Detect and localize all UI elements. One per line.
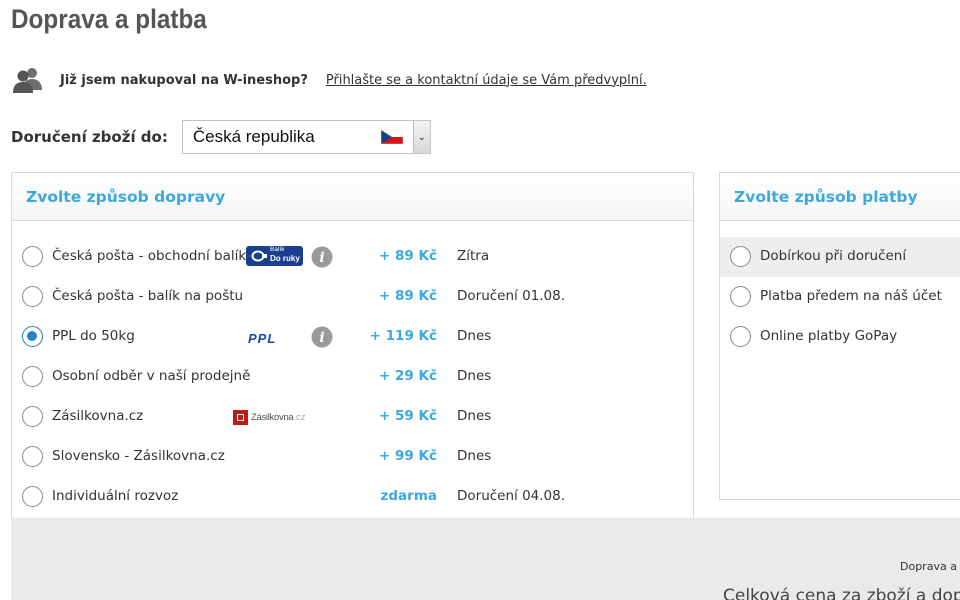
- shipping-option-label: Slovensko - Zásilkovna.cz: [52, 448, 225, 464]
- shipping-option[interactable]: Česká pošta - balík na poštu + 89 Kč Dor…: [12, 277, 693, 317]
- zasilkovna-box-icon: [233, 409, 248, 425]
- shipping-option-label: PPL do 50kg: [52, 328, 135, 344]
- shipping-option-price: zdarma: [380, 488, 437, 504]
- payment-option[interactable]: Platba předem na náš účet: [720, 277, 960, 317]
- payment-option[interactable]: Dobírkou při doručení: [720, 237, 960, 277]
- payment-panel: Zvolte způsob platby Dobírkou při doruče…: [719, 172, 960, 500]
- page-title: Doprava a platba: [11, 4, 207, 34]
- shipping-radio[interactable]: [22, 326, 43, 347]
- shipping-panel-header: Zvolte způsob dopravy: [12, 173, 693, 221]
- shipping-option[interactable]: Osobní odběr v naší prodejně + 29 Kč Dne…: [12, 357, 693, 397]
- shipping-radio[interactable]: [22, 246, 43, 267]
- shipping-option-label: Česká pošta - obchodní balík: [52, 248, 247, 264]
- shipping-radio[interactable]: [22, 486, 43, 507]
- czech-flag-icon: [380, 130, 403, 144]
- payment-panel-header: Zvolte způsob platby: [720, 173, 960, 221]
- shipping-option-label: Osobní odběr v naší prodejně: [52, 368, 251, 384]
- shipping-option-price: + 119 Kč: [369, 328, 437, 344]
- users-icon: [13, 68, 42, 93]
- shipping-option-label: Zásilkovna.cz: [52, 408, 144, 424]
- delivery-country-label: Doručení zboží do:: [11, 128, 168, 146]
- country-select[interactable]: Česká republika ⌄: [181, 120, 431, 154]
- shipping-option-date: Dnes: [457, 328, 492, 344]
- shipping-option[interactable]: Česká pošta - obchodní balík Balík Do ru…: [12, 237, 693, 277]
- shipping-radio[interactable]: [22, 366, 43, 387]
- balik-do-ruky-logo: Balík Do ruky: [246, 246, 303, 266]
- shipping-option[interactable]: Individuální rozvoz zdarma Doručení 04.0…: [12, 477, 693, 517]
- payment-panel-title: Zvolte způsob platby: [734, 187, 918, 206]
- country-select-value: Česká republika: [192, 127, 315, 146]
- info-icon[interactable]: i: [311, 326, 333, 348]
- shipping-option[interactable]: Zásilkovna.cz Zásilkovna .cz + 59 Kč Dnes: [12, 397, 693, 437]
- payment-option[interactable]: Online platby GoPay: [720, 317, 960, 357]
- svg-text:i: i: [319, 330, 324, 346]
- shipping-radio[interactable]: [22, 286, 43, 307]
- shipping-option-price: + 99 Kč: [379, 448, 437, 464]
- summary-total-line: Celková cena za zboží a dopra: [723, 586, 960, 600]
- shipping-panel-title: Zvolte způsob dopravy: [26, 187, 226, 206]
- zasilkovna-logo: Zásilkovna .cz: [233, 409, 306, 425]
- shipping-option-date: Doručení 01.08.: [457, 288, 566, 304]
- post-horn-icon: [251, 250, 267, 262]
- shipping-option-label: Individuální rozvoz: [52, 488, 179, 504]
- shipping-option-price: + 59 Kč: [379, 408, 437, 424]
- shipping-panel: Zvolte způsob dopravy Česká pošta - obch…: [11, 172, 694, 532]
- shipping-option-price: + 89 Kč: [379, 288, 437, 304]
- shipping-option-date: Zítra: [457, 248, 490, 264]
- login-link[interactable]: Přihlašte se a kontaktní údaje se Vám př…: [326, 73, 647, 88]
- shipping-option[interactable]: Slovensko - Zásilkovna.cz + 99 Kč Dnes: [12, 437, 693, 477]
- payment-option-label: Online platby GoPay: [760, 328, 898, 344]
- svg-text:i: i: [319, 250, 324, 266]
- shipping-option-date: Dnes: [457, 368, 492, 384]
- delivery-country-row: Doručení zboží do: Česká republika ⌄: [11, 120, 431, 154]
- payment-radio[interactable]: [730, 326, 751, 347]
- shipping-option[interactable]: PPL do 50kg PPL i + 119 Kč Dnes: [12, 317, 693, 357]
- shipping-radio[interactable]: [22, 446, 43, 467]
- ppl-logo: PPL: [248, 331, 277, 346]
- shipping-option-price: + 89 Kč: [379, 248, 437, 264]
- payment-option-label: Platba předem na náš účet: [760, 288, 942, 304]
- shipping-option-date: Dnes: [457, 448, 492, 464]
- info-icon[interactable]: i: [311, 246, 333, 268]
- login-prompt: Již jsem nakupoval na W-ineshop? Přihlaš…: [12, 66, 647, 94]
- payment-radio[interactable]: [730, 246, 751, 267]
- shipping-option-price: + 29 Kč: [379, 368, 437, 384]
- shipping-option-date: Doručení 04.08.: [457, 488, 566, 504]
- payment-option-label: Dobírkou při doručení: [760, 248, 907, 264]
- summary-shipping-line: Doprava a p: [900, 560, 960, 573]
- shipping-option-label: Česká pošta - balík na poštu: [52, 288, 244, 304]
- order-summary: Doprava a p Celková cena za zboží a dopr…: [11, 518, 960, 600]
- shipping-radio[interactable]: [22, 406, 43, 427]
- payment-radio[interactable]: [730, 286, 751, 307]
- chevron-down-icon[interactable]: ⌄: [412, 121, 430, 153]
- shipping-option-date: Dnes: [457, 408, 492, 424]
- returning-customer-question: Již jsem nakupoval na W-ineshop?: [60, 72, 308, 88]
